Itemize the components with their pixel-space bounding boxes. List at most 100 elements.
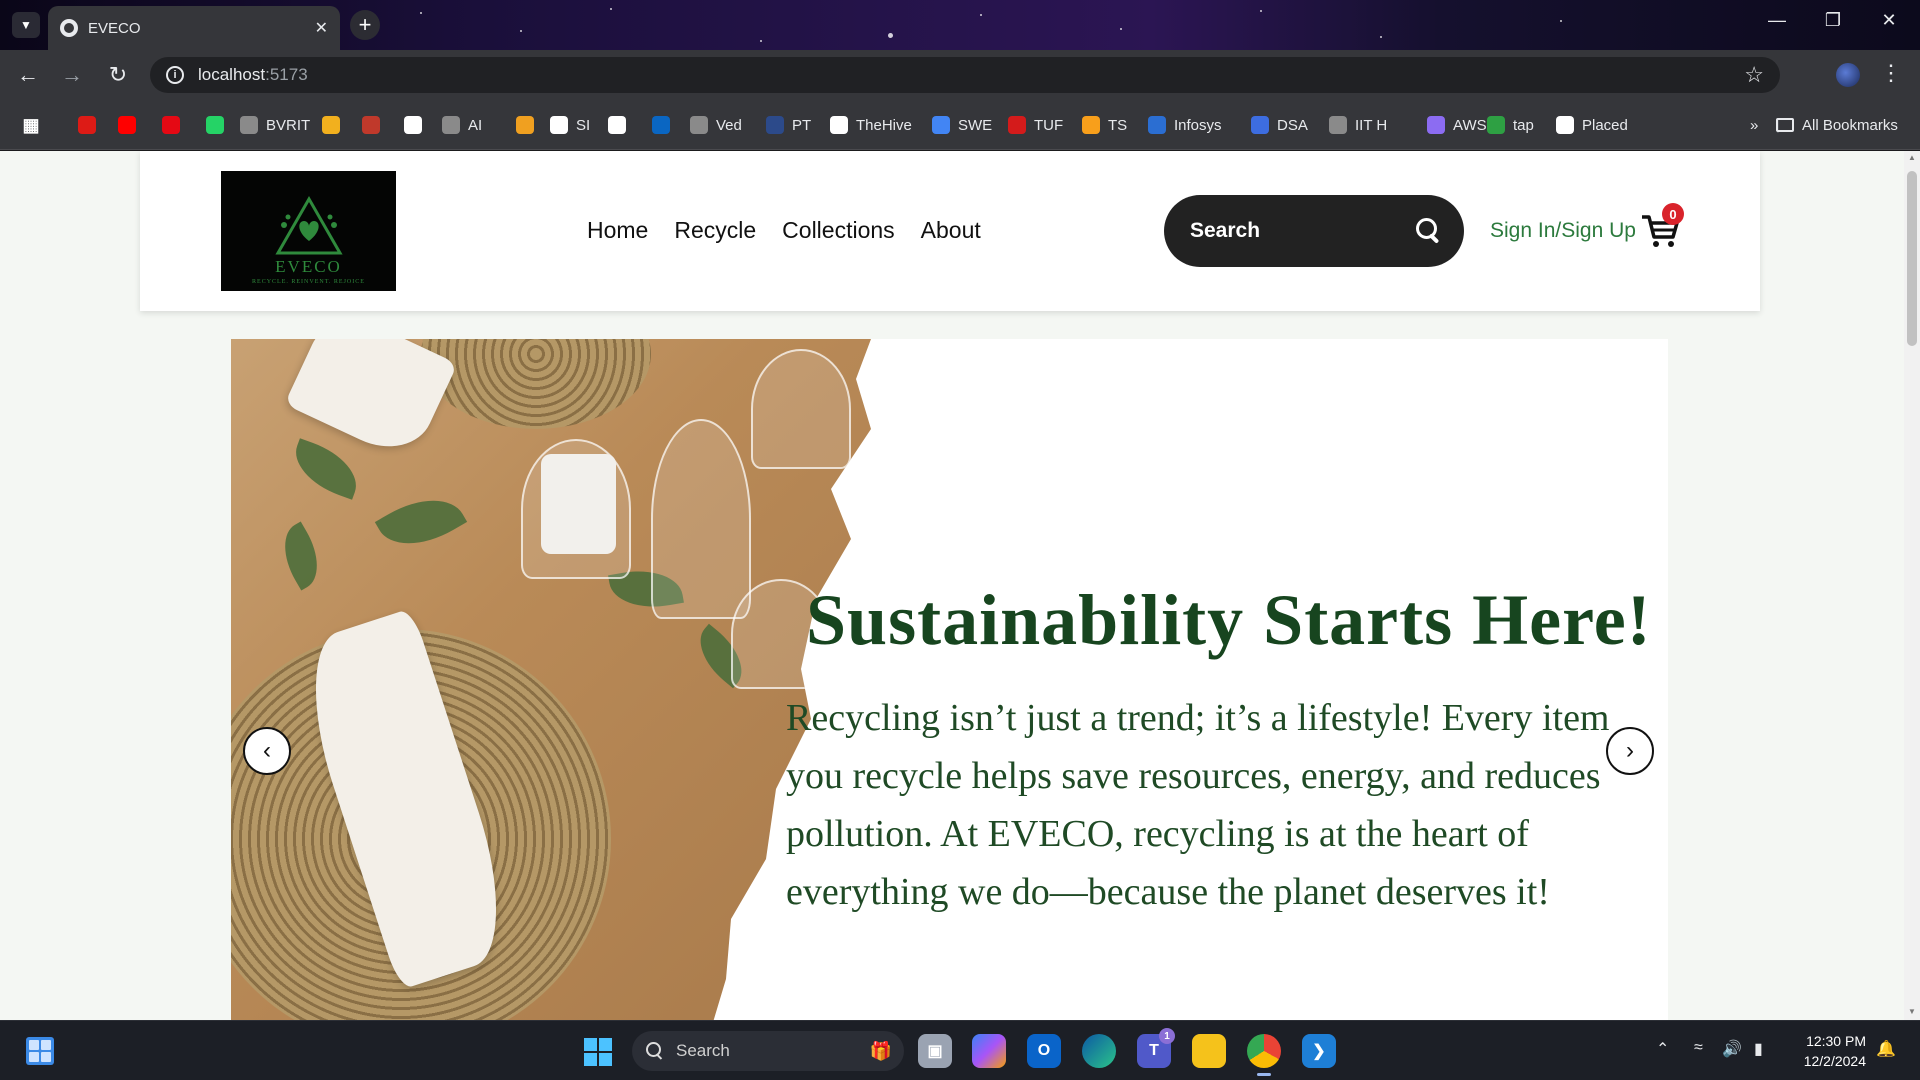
- url-port: :5173: [265, 65, 308, 84]
- bookmark-item[interactable]: DSA: [1251, 112, 1308, 138]
- leaf: [271, 521, 331, 591]
- more-bookmarks-button[interactable]: »: [1750, 112, 1758, 138]
- nav-recycle[interactable]: Recycle: [674, 217, 756, 244]
- bookmark-item[interactable]: [516, 112, 534, 138]
- notifications-bell-icon[interactable]: 🔔: [1876, 1039, 1896, 1059]
- bookmark-item[interactable]: AI: [442, 112, 482, 138]
- logo-wordmark: EVECO: [275, 257, 342, 276]
- reload-button[interactable]: ↻: [104, 62, 132, 88]
- file-explorer-icon[interactable]: [1192, 1034, 1226, 1068]
- bookmark-item[interactable]: TheHive: [830, 112, 912, 138]
- leetcode-icon: [1082, 116, 1100, 134]
- browser-toolbar: ← → ↻ i localhost:5173 ☆ ⋮: [0, 50, 1920, 100]
- profile-avatar[interactable]: [1836, 63, 1860, 87]
- image-icon: [322, 116, 340, 134]
- sign-in-link[interactable]: Sign In/Sign Up: [1490, 219, 1636, 243]
- outlook-icon[interactable]: O: [1027, 1034, 1061, 1068]
- bookmark-item[interactable]: TS: [1082, 112, 1127, 138]
- tab-eveco[interactable]: EVECO ✕: [48, 6, 340, 50]
- folder-icon: [1776, 118, 1794, 132]
- all-bookmarks-folder[interactable]: All Bookmarks: [1776, 112, 1898, 138]
- bookmark-item[interactable]: SWE: [932, 112, 992, 138]
- back-button[interactable]: ←: [14, 62, 42, 88]
- nav-about[interactable]: About: [921, 217, 981, 244]
- restore-button[interactable]: ❐: [1810, 10, 1856, 31]
- bookmark-item[interactable]: PT: [766, 112, 811, 138]
- bookmark-item[interactable]: Infosys: [1148, 112, 1222, 138]
- wifi-icon[interactable]: ≈: [1694, 1039, 1703, 1057]
- background-star: [1260, 10, 1262, 12]
- scroll-down-arrow-icon[interactable]: ▼: [1907, 1007, 1917, 1016]
- background-star: [760, 40, 762, 42]
- bookmark-item[interactable]: [118, 112, 136, 138]
- bookmark-item[interactable]: BVRIT: [240, 112, 310, 138]
- logo-tagline: RECYCLE. REINVENT. REJOICE: [252, 279, 365, 285]
- background-star: [1120, 28, 1122, 30]
- bookmark-item[interactable]: TUF: [1008, 112, 1063, 138]
- hero-photo: [231, 339, 871, 1020]
- bookmark-label: IIT H: [1355, 116, 1388, 134]
- openai-icon: [442, 116, 460, 134]
- volume-icon[interactable]: 🔊: [1722, 1039, 1742, 1059]
- system-clock[interactable]: 12:30 PM 12/2/2024: [1796, 1031, 1866, 1071]
- nav-collections[interactable]: Collections: [782, 217, 895, 244]
- battery-icon[interactable]: ▮: [1754, 1039, 1763, 1059]
- new-tab-button[interactable]: +: [350, 10, 380, 40]
- bookmark-item[interactable]: Ved: [690, 112, 742, 138]
- scroll-up-arrow-icon[interactable]: ▲: [1907, 153, 1917, 162]
- bookmark-star-icon[interactable]: ☆: [1744, 62, 1764, 88]
- address-bar[interactable]: i localhost:5173 ☆: [150, 57, 1780, 93]
- task-view-icon[interactable]: ▣: [918, 1034, 952, 1068]
- doc-icon: [830, 116, 848, 134]
- site-search-input[interactable]: Search: [1164, 195, 1464, 267]
- bookmark-item[interactable]: [162, 112, 180, 138]
- bookmark-item[interactable]: [322, 112, 340, 138]
- bookmark-item[interactable]: AWS: [1427, 112, 1487, 138]
- bookmark-item[interactable]: [78, 112, 96, 138]
- browser-menu-icon[interactable]: ⋮: [1880, 60, 1902, 86]
- tab-search-button[interactable]: ▼: [12, 12, 40, 38]
- widgets-icon[interactable]: [26, 1037, 54, 1065]
- cart-button[interactable]: 0: [1640, 203, 1684, 249]
- taskbar-search[interactable]: Search 🎁: [632, 1031, 904, 1071]
- minimize-button[interactable]: —: [1754, 10, 1800, 31]
- bookmark-item[interactable]: [362, 112, 380, 138]
- start-button[interactable]: [584, 1038, 612, 1066]
- background-star: [888, 33, 893, 38]
- bookmark-item[interactable]: SI: [550, 112, 590, 138]
- bookmark-item[interactable]: [404, 112, 422, 138]
- carousel-prev-button[interactable]: ‹: [243, 727, 291, 775]
- bookmark-item[interactable]: IIT H: [1329, 112, 1387, 138]
- carousel-next-button[interactable]: ›: [1606, 727, 1654, 775]
- pt-icon: [766, 116, 784, 134]
- edge-icon[interactable]: [1082, 1034, 1116, 1068]
- page-scrollbar[interactable]: ▲ ▼: [1904, 151, 1920, 1020]
- chrome-icon[interactable]: [1247, 1034, 1281, 1076]
- bookmark-item[interactable]: ▦: [22, 112, 40, 138]
- close-window-button[interactable]: ✕: [1866, 10, 1912, 31]
- vscode-icon[interactable]: ❯: [1302, 1034, 1336, 1068]
- globe-icon: [1329, 116, 1347, 134]
- bookmark-label: PT: [792, 116, 812, 134]
- eveco-logo[interactable]: EVECO RECYCLE. REINVENT. REJOICE: [221, 171, 396, 291]
- forward-button[interactable]: →: [58, 62, 86, 88]
- teams-icon[interactable]: T 1: [1137, 1028, 1175, 1068]
- close-tab-icon[interactable]: ✕: [315, 18, 328, 38]
- scrollbar-thumb[interactable]: [1907, 171, 1917, 346]
- bookmark-item[interactable]: Placed: [1556, 112, 1628, 138]
- site-info-icon[interactable]: i: [166, 66, 184, 84]
- glass: [751, 349, 851, 469]
- bookmark-item[interactable]: [608, 112, 626, 138]
- hero-carousel: Sustainability Starts Here! Recycling is…: [231, 339, 1668, 1020]
- copilot-icon[interactable]: [972, 1034, 1006, 1068]
- tuf-icon: [1008, 116, 1026, 134]
- bookmark-item[interactable]: tap: [1487, 112, 1534, 138]
- github-icon: [608, 116, 626, 134]
- bookmark-item[interactable]: [652, 112, 670, 138]
- show-hidden-icons-chevron-icon[interactable]: ⌃: [1656, 1039, 1669, 1059]
- bookmark-item[interactable]: [206, 112, 224, 138]
- wine-glass: [651, 419, 751, 619]
- globe-icon: [690, 116, 708, 134]
- search-icon[interactable]: [1416, 218, 1442, 244]
- nav-home[interactable]: Home: [587, 217, 648, 244]
